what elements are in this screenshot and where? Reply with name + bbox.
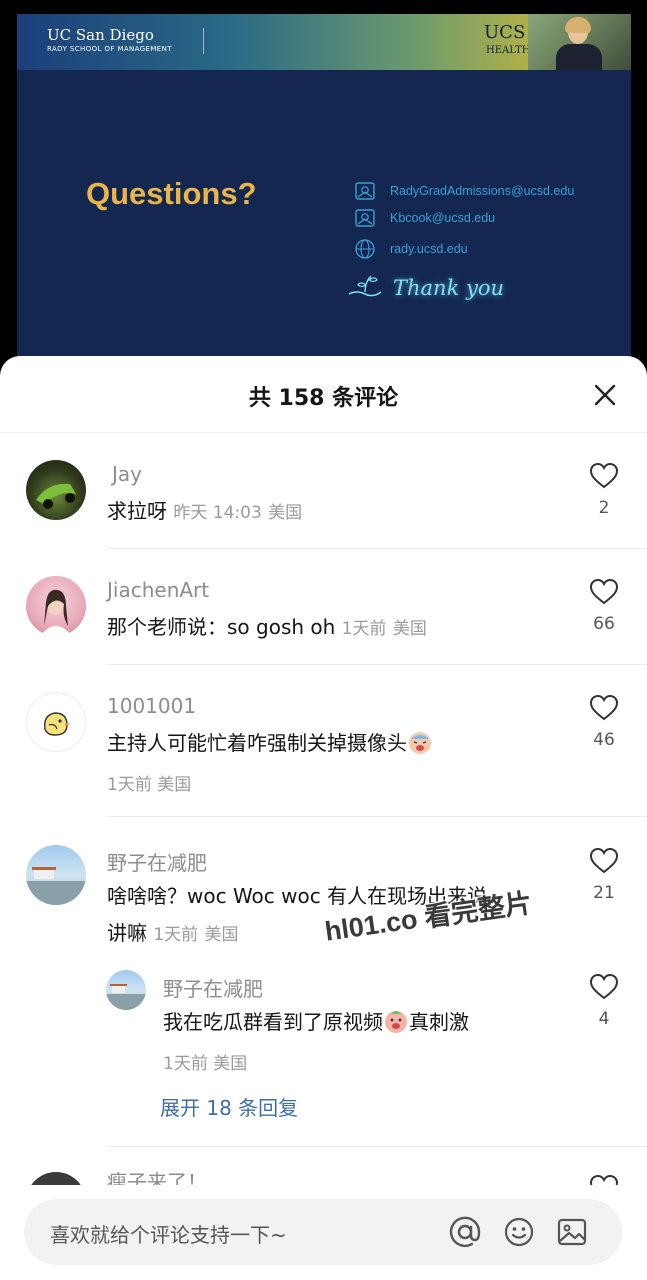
comment-text-continued[interactable]: 讲嘛 1天前 美国 (107, 915, 239, 954)
heart-icon (589, 847, 619, 874)
globe-icon (354, 238, 376, 260)
heart-icon (589, 462, 619, 489)
comment-divider (107, 1146, 647, 1147)
contact-row-email-admissions: RadyGradAdmissions@ucsd.edu (354, 180, 574, 202)
avatar[interactable] (106, 970, 146, 1010)
like-count: 66 (593, 614, 615, 634)
comment-time: 1天前 (341, 619, 387, 639)
ucsd-logo: UC San Diego (47, 26, 154, 44)
comment-text[interactable]: 主持人可能忙着咋强制关掉摄像头 (107, 725, 433, 762)
reply-location: 美国 (213, 1054, 248, 1074)
comment-body: 求拉呀 (107, 499, 167, 523)
slide-header-banner: UC San Diego RADY SCHOOL OF MANAGEMENT U… (17, 14, 631, 70)
comments-sheet: 共 158 条评论 Jay 求拉呀 昨天 14:03 美国 2 JiachenA… (0, 356, 647, 1280)
mention-button[interactable] (448, 1215, 482, 1249)
health-label: HEALTH (486, 45, 531, 56)
reply-meta: 1天前 美国 (163, 1049, 247, 1074)
heart-icon (589, 694, 619, 721)
comment-location: 美国 (157, 775, 192, 795)
like-button[interactable]: 2 (582, 462, 626, 518)
like-count: 21 (593, 883, 615, 903)
expand-replies-link[interactable]: 展开 18 条回复 (160, 1092, 298, 1121)
slide-title: Questions? (86, 176, 257, 211)
contact-row-website: rady.ucsd.edu (354, 238, 468, 260)
comment-location: 美国 (268, 503, 303, 523)
heart-icon (589, 973, 619, 1000)
presentation-slide: UC San Diego RADY SCHOOL OF MANAGEMENT U… (17, 14, 631, 364)
comment-text[interactable]: 求拉呀 昨天 14:03 美国 (107, 493, 302, 532)
contact-website: rady.ucsd.edu (390, 242, 468, 256)
like-button[interactable]: 66 (582, 578, 626, 634)
comment-input[interactable]: 喜欢就给个评论支持一下~ (24, 1199, 622, 1265)
contact-row-email-kbcook: Kbcook@ucsd.edu (354, 207, 495, 229)
comments-header: 共 158 条评论 (0, 356, 647, 433)
comment-time: 昨天 14:03 (173, 503, 262, 523)
avatar[interactable] (26, 576, 86, 636)
like-button[interactable]: 46 (582, 694, 626, 750)
like-button[interactable]: 4 (582, 973, 626, 1029)
presenter-body (556, 44, 602, 70)
thank-you-text: Thank you (393, 276, 505, 300)
like-count: 46 (593, 730, 615, 750)
drooling-emoji-icon (383, 1008, 409, 1034)
rady-school-label: RADY SCHOOL OF MANAGEMENT (47, 45, 172, 53)
video-player[interactable]: UC San Diego RADY SCHOOL OF MANAGEMENT U… (0, 0, 647, 380)
reply-text[interactable]: 我在吃瓜群看到了原视频 真刺激 (163, 1004, 469, 1041)
email-icon (354, 207, 376, 229)
comment-meta: 1天前 美国 (107, 770, 191, 795)
reply-time: 1天前 (163, 1054, 208, 1074)
close-button[interactable] (592, 382, 618, 408)
image-icon (557, 1218, 587, 1246)
comment-divider (107, 816, 647, 817)
like-count: 2 (598, 498, 610, 518)
like-count: 4 (598, 1009, 610, 1029)
logo-divider (203, 28, 204, 54)
avatar[interactable] (26, 845, 86, 905)
comment-username[interactable]: 1001001 (107, 694, 196, 718)
at-icon (449, 1216, 481, 1248)
comment-username[interactable]: 野子在减肥 (107, 847, 207, 876)
comment-count-title: 共 158 条评论 (248, 386, 399, 411)
comment-input-placeholder: 喜欢就给个评论支持一下~ (50, 1223, 287, 1247)
avatar[interactable] (26, 692, 86, 752)
reply-body-end: 真刺激 (409, 1010, 469, 1034)
contact-email-kbcook: Kbcook@ucsd.edu (390, 211, 496, 225)
presenter-hair (565, 17, 591, 33)
comment-body-line2: 讲嘛 (107, 921, 147, 945)
comment-time: 1天前 (107, 775, 152, 795)
thank-you-row: Thank you (347, 272, 504, 304)
comment-username[interactable]: Jay (112, 462, 142, 486)
email-icon (354, 180, 376, 202)
comment-body: 那个老师说：so gosh oh (107, 615, 336, 639)
comment-divider (107, 548, 647, 549)
comment-input-bar: 喜欢就给个评论支持一下~ (0, 1185, 647, 1280)
plant-hand-icon (347, 272, 383, 304)
presenter-webcam (528, 14, 631, 70)
crying-emoji-icon (407, 729, 433, 755)
comment-location: 美国 (204, 925, 239, 945)
comment-body: 主持人可能忙着咋强制关掉摄像头 (107, 731, 407, 755)
like-button[interactable]: 21 (582, 847, 626, 903)
close-icon (594, 384, 616, 406)
smiley-icon (504, 1217, 534, 1247)
comment-divider (107, 664, 647, 665)
comment-username[interactable]: JiachenArt (107, 578, 209, 602)
comment-time: 1天前 (153, 925, 199, 945)
heart-icon (589, 578, 619, 605)
emoji-button[interactable] (502, 1215, 536, 1249)
uc-health-logo: UCS (484, 22, 526, 43)
reply-username[interactable]: 野子在减肥 (163, 973, 263, 1002)
avatar[interactable] (26, 460, 86, 520)
reply-body: 我在吃瓜群看到了原视频 (163, 1010, 383, 1034)
comment-location: 美国 (392, 619, 427, 639)
contact-email-admissions: RadyGradAdmissions@ucsd.edu (390, 184, 575, 198)
image-button[interactable] (555, 1215, 589, 1249)
comment-text[interactable]: 那个老师说：so gosh oh 1天前 美国 (107, 609, 427, 648)
